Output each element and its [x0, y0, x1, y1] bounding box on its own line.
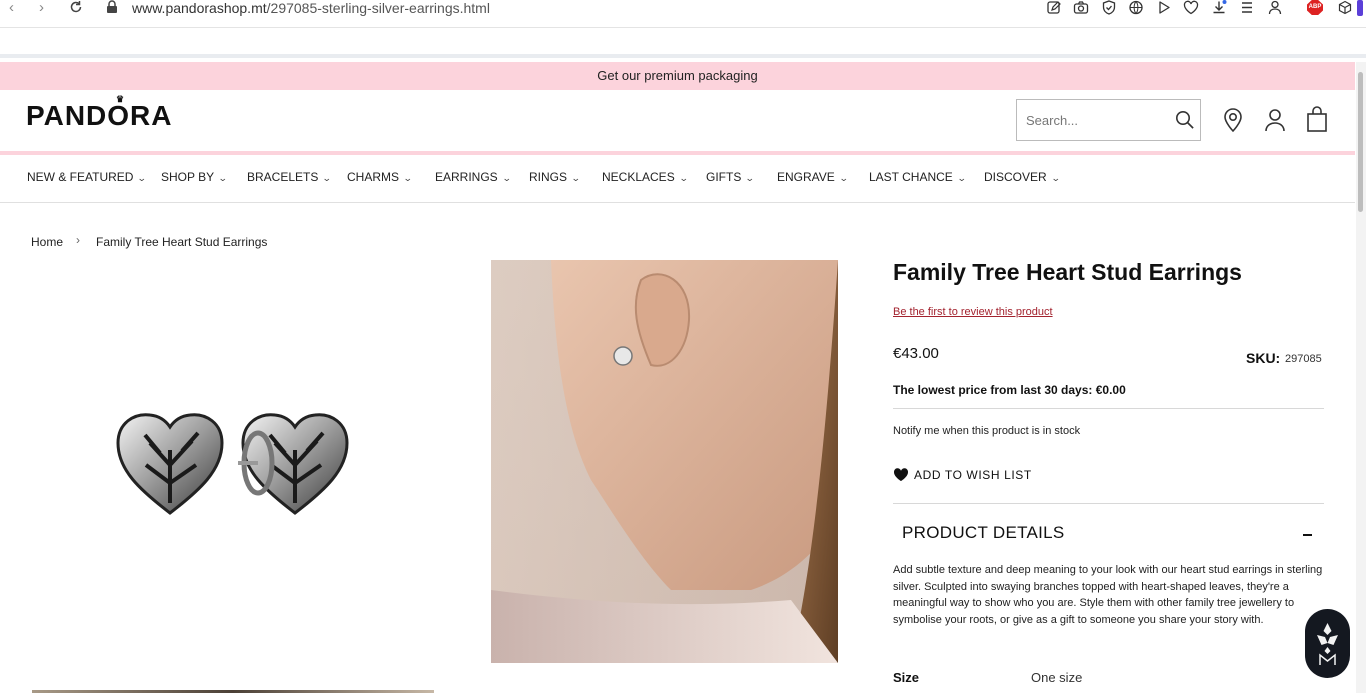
pandora-logo[interactable]: PANDORA ♛ — [26, 94, 173, 132]
chevron-down-icon: ⌄ — [570, 173, 581, 183]
menu-label: RINGS — [529, 170, 568, 184]
menu-item-bracelets[interactable]: BRACELETS ⌄ — [247, 170, 333, 184]
sku-value: 297085 — [1285, 353, 1322, 365]
menu-label: ENGRAVE — [777, 170, 835, 184]
chevron-down-icon: ⌄ — [745, 173, 756, 183]
chevron-down-icon: ⌄ — [1050, 173, 1061, 183]
menu-label: BRACELETS — [247, 170, 319, 184]
chevron-down-icon: ⌄ — [838, 173, 849, 183]
promo-banner[interactable]: Get our premium packaging — [0, 62, 1355, 90]
sku-label: SKU: — [1246, 350, 1281, 366]
menu-item-shop-by[interactable]: SHOP BY ⌄ — [161, 170, 228, 184]
header-divider — [0, 151, 1355, 155]
product-image-earrings[interactable] — [110, 405, 355, 520]
scrollbar-thumb[interactable] — [1358, 72, 1363, 212]
extension-indicator — [1357, 0, 1363, 16]
wishlist-label: ADD TO WISH LIST — [914, 468, 1032, 482]
menu-item-necklaces[interactable]: NECKLACES ⌄ — [602, 170, 689, 184]
search-box[interactable] — [1016, 99, 1201, 141]
menu-item-earrings[interactable]: EARRINGS ⌄ — [435, 170, 512, 184]
chevron-down-icon: ⌄ — [402, 173, 413, 183]
download-icon[interactable] — [1211, 0, 1227, 15]
search-input[interactable] — [1017, 100, 1167, 140]
lowest-price-note: The lowest price from last 30 days: €0.0… — [893, 383, 1126, 397]
chevron-down-icon: ⌄ — [678, 173, 689, 183]
product-title: Family Tree Heart Stud Earrings — [893, 259, 1242, 285]
product-image-model[interactable] — [491, 260, 838, 663]
product-price: €43.00 — [893, 345, 939, 362]
bag-icon[interactable] — [1305, 106, 1329, 134]
divider — [893, 408, 1324, 409]
menu-label: LAST CHANCE — [869, 170, 953, 184]
chat-brand-icon — [1317, 623, 1338, 665]
menu-item-last-chance[interactable]: LAST CHANCE ⌄ — [869, 170, 967, 184]
product-description: Add subtle texture and deep meaning to y… — [893, 564, 1323, 627]
chevron-right-icon[interactable]: › — [39, 0, 44, 15]
reload-icon[interactable] — [69, 0, 83, 14]
page-scrollbar[interactable] — [1356, 62, 1366, 693]
menu-label: DISCOVER — [984, 170, 1047, 184]
chevron-down-icon: ⌄ — [322, 173, 333, 183]
camera-icon[interactable] — [1073, 0, 1089, 15]
lock-icon — [107, 0, 117, 13]
edit-icon[interactable] — [1046, 0, 1062, 15]
chevron-down-icon: ⌄ — [956, 173, 967, 183]
menu-item-engrave[interactable]: ENGRAVE ⌄ — [777, 170, 849, 184]
globe-icon[interactable] — [1128, 0, 1144, 15]
menu-label: NECKLACES — [602, 170, 675, 184]
crown-icon: ♛ — [116, 94, 126, 104]
minus-icon[interactable] — [1303, 534, 1312, 536]
search-icon[interactable] — [1175, 110, 1195, 130]
chevron-right-icon: › — [76, 233, 80, 247]
menu-label: EARRINGS — [435, 170, 498, 184]
store-locator-icon[interactable] — [1221, 106, 1245, 134]
menu-label: NEW & FEATURED — [27, 170, 134, 184]
url-path: /297085-sterling-silver-earrings.html — [266, 0, 490, 16]
play-icon[interactable] — [1156, 0, 1172, 15]
review-link[interactable]: Be the first to review this product — [893, 306, 1053, 318]
bookmark-bar — [0, 28, 1366, 58]
logo-text: PANDORA — [26, 100, 173, 131]
list-icon[interactable] — [1239, 0, 1255, 15]
address-bar[interactable]: www.pandorashop.mt/297085-sterling-silve… — [132, 0, 490, 16]
chat-assistant-button[interactable] — [1305, 609, 1350, 678]
menu-label: CHARMS — [347, 170, 400, 184]
shield-icon[interactable] — [1101, 0, 1117, 15]
heart-icon[interactable] — [1183, 0, 1199, 15]
chevron-down-icon: ⌄ — [218, 173, 228, 183]
divider — [893, 503, 1324, 504]
menu-item-new-featured[interactable]: NEW & FEATURED ⌄ — [27, 170, 148, 184]
menu-item-discover[interactable]: DISCOVER ⌄ — [984, 170, 1061, 184]
product-details-toggle[interactable]: PRODUCT DETAILS — [902, 523, 1065, 543]
breadcrumb-home[interactable]: Home — [31, 235, 63, 249]
menu-item-gifts[interactable]: GIFTS ⌄ — [706, 170, 756, 184]
abp-icon[interactable]: ABP — [1307, 0, 1323, 15]
menu-item-rings[interactable]: RINGS ⌄ — [529, 170, 581, 184]
heart-icon — [893, 468, 909, 481]
browser-toolbar: ‹ › www.pandorashop.mt/297085-sterling-s… — [0, 0, 1366, 28]
chevron-down-icon: ⌄ — [137, 173, 148, 183]
menu-label: GIFTS — [706, 170, 742, 184]
chevron-down-icon: ⌄ — [501, 173, 512, 183]
url-host: www.pandorashop.mt — [132, 0, 267, 16]
breadcrumb-current: Family Tree Heart Stud Earrings — [96, 235, 268, 249]
menu-item-charms[interactable]: CHARMS ⌄ — [347, 170, 413, 184]
menu-label: SHOP BY — [161, 170, 215, 184]
size-value: One size — [1031, 670, 1083, 685]
cube-icon[interactable] — [1337, 0, 1353, 15]
chevron-left-icon[interactable]: ‹ — [9, 0, 14, 15]
account-icon[interactable] — [1263, 106, 1287, 134]
menu-divider — [0, 202, 1355, 203]
notify-stock-link[interactable]: Notify me when this product is in stock — [893, 425, 1080, 437]
user-icon[interactable] — [1267, 0, 1283, 15]
size-label: Size — [893, 670, 920, 685]
